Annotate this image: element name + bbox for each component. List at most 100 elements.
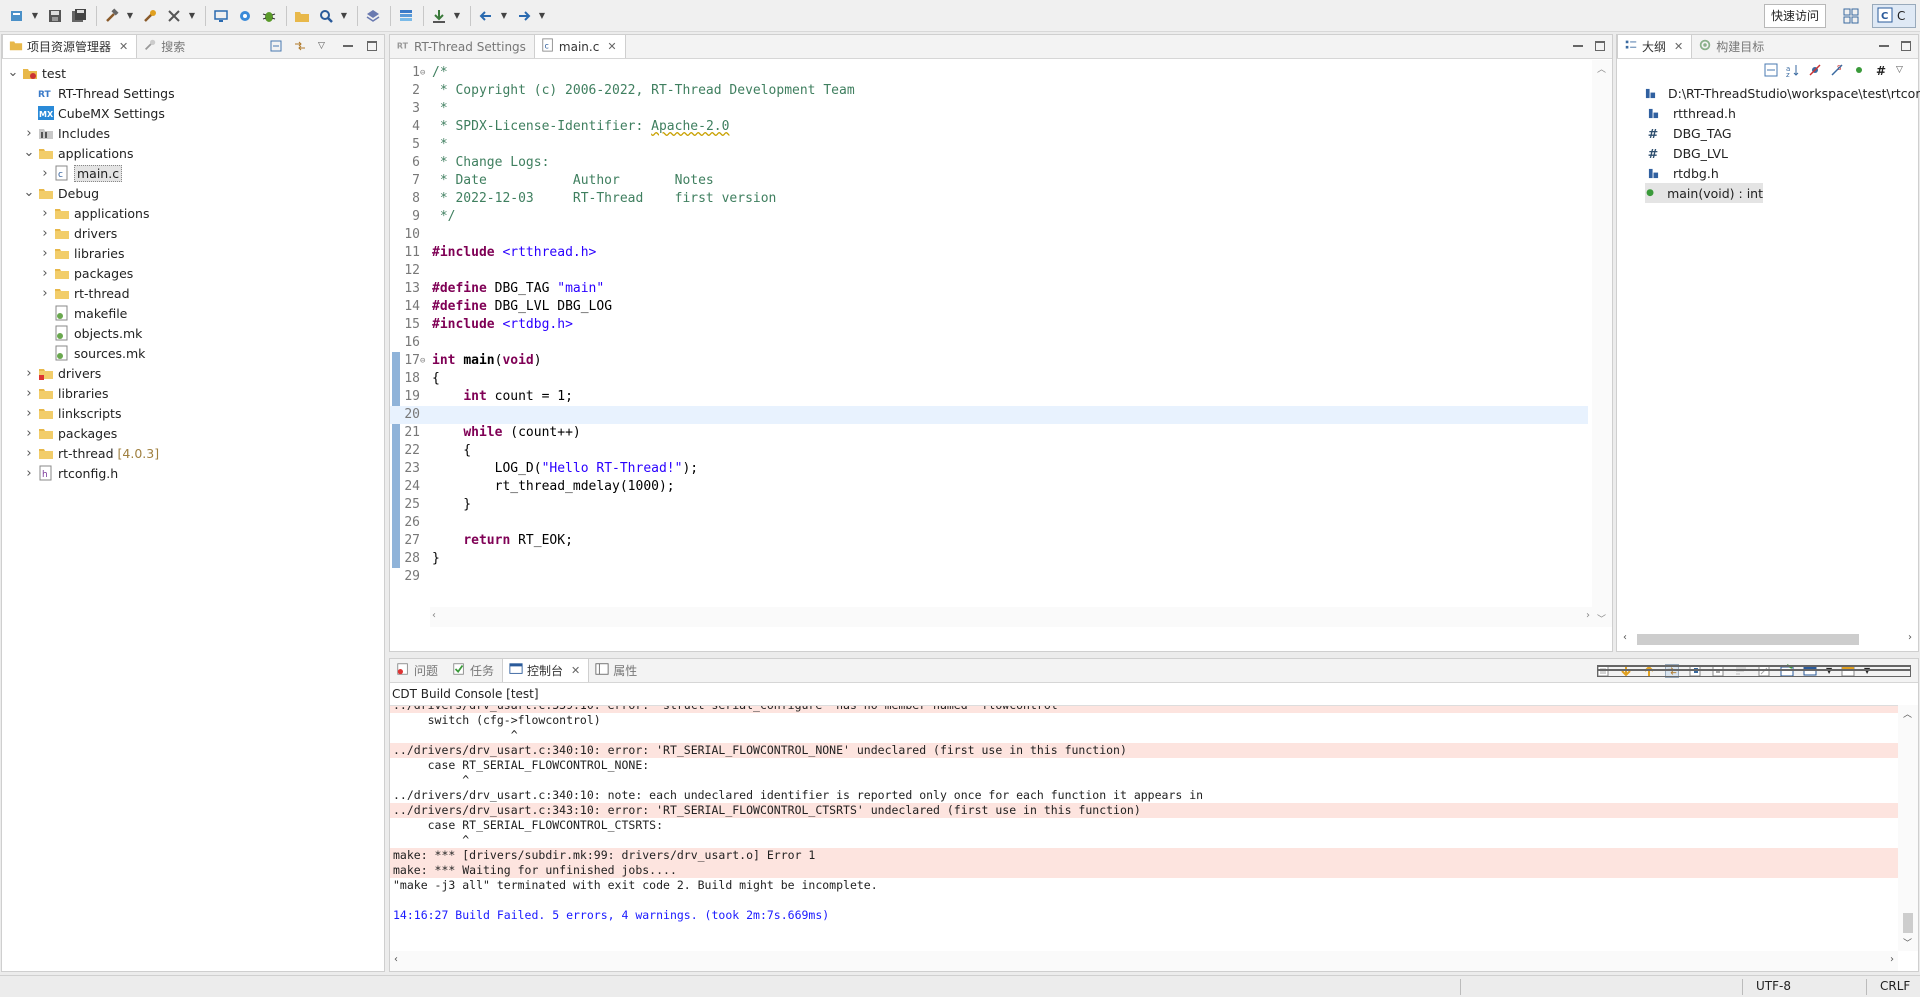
search-icon[interactable] xyxy=(315,5,337,27)
forward-icon[interactable] xyxy=(513,5,535,27)
line-ending-status[interactable]: CRLF xyxy=(1880,979,1910,993)
download-icon[interactable] xyxy=(428,5,450,27)
editor-horizontal-scrollbar[interactable]: ‹ › xyxy=(430,607,1592,627)
view-menu-icon[interactable]: ▽ xyxy=(1896,63,1910,77)
tab-search[interactable]: 搜索 xyxy=(137,35,193,58)
maximize-icon[interactable] xyxy=(1900,40,1912,52)
tree-item-main-c[interactable]: › c main.c xyxy=(2,163,384,183)
scrollbar-thumb[interactable] xyxy=(1637,634,1859,645)
forward-dropdown[interactable]: ▼ xyxy=(537,5,547,27)
maximize-icon[interactable] xyxy=(1594,40,1606,52)
maximize-icon[interactable] xyxy=(366,40,378,52)
code-editor[interactable]: 1 ⊖/* 2 * Copyright (c) 2006-2022, RT-Thre… xyxy=(390,60,1612,627)
editor-vertical-scrollbar[interactable]: ︿ ﹀ xyxy=(1592,60,1612,627)
hammer-icon[interactable] xyxy=(139,5,161,27)
encoding-status[interactable]: UTF-8 xyxy=(1756,979,1791,993)
chevron-right-icon[interactable]: › xyxy=(22,426,36,441)
close-icon[interactable]: ✕ xyxy=(1674,40,1683,53)
chevron-right-icon[interactable]: › xyxy=(38,246,52,261)
gear-icon[interactable] xyxy=(234,5,256,27)
tree-item-objects-mk[interactable]: objects.mk xyxy=(2,323,384,343)
scroll-down-icon[interactable]: ﹀ xyxy=(1597,612,1606,625)
scroll-down-icon[interactable]: ﹀ xyxy=(1903,936,1912,949)
chevron-right-icon[interactable]: › xyxy=(38,206,52,221)
tree-item-linkscripts[interactable]: › linkscripts xyxy=(2,403,384,423)
outline-item[interactable]: # DBG_TAG xyxy=(1645,123,1918,143)
scroll-right-icon[interactable]: › xyxy=(1586,610,1590,621)
scroll-right-icon[interactable]: › xyxy=(1890,954,1894,965)
tree-item-libraries[interactable]: › libraries xyxy=(2,243,384,263)
back-dropdown[interactable]: ▼ xyxy=(499,5,509,27)
sort-icon[interactable]: az xyxy=(1786,63,1800,79)
collapse-all-icon[interactable] xyxy=(1764,63,1778,77)
console-error-line[interactable]: ../drivers/drv_usart.c:343:10: error: 'R… xyxy=(390,803,1898,818)
tree-item-drivers[interactable]: › drivers xyxy=(2,363,384,383)
chevron-down-icon[interactable]: ⌄ xyxy=(22,146,36,159)
tab-rt-thread-settings[interactable]: RT RT-Thread Settings xyxy=(390,35,534,58)
chevron-right-icon[interactable]: › xyxy=(22,386,36,401)
tree-item-test[interactable]: ⌄ test xyxy=(2,63,384,83)
console-vertical-scrollbar[interactable]: ︿ ﹀ xyxy=(1898,705,1918,951)
outline-horizontal-scrollbar[interactable]: ‹ › xyxy=(1623,631,1912,647)
download-dropdown[interactable]: ▼ xyxy=(452,5,462,27)
collapse-all-icon[interactable] xyxy=(270,40,282,52)
close-icon[interactable]: ✕ xyxy=(119,40,128,53)
search-dropdown[interactable]: ▼ xyxy=(339,5,349,27)
chevron-right-icon[interactable]: › xyxy=(38,166,52,181)
open-folder-icon[interactable] xyxy=(291,5,313,27)
tools-icon[interactable] xyxy=(163,5,185,27)
outline-item[interactable]: rtdbg.h xyxy=(1645,163,1918,183)
scroll-right-icon[interactable]: › xyxy=(1908,632,1912,643)
tree-item-rtconfig-h[interactable]: › h rtconfig.h xyxy=(2,463,384,483)
tree-item-makefile[interactable]: makefile xyxy=(2,303,384,323)
hide-macros-icon[interactable]: # xyxy=(1874,63,1888,78)
scroll-left-icon[interactable]: ‹ xyxy=(394,954,398,965)
console-error-line[interactable]: ../drivers/drv_usart.c:339:10: error: 's… xyxy=(390,706,1898,713)
hide-non-public-icon[interactable] xyxy=(1852,63,1866,77)
tree-item-includes[interactable]: › Includes xyxy=(2,123,384,143)
tree-item-rt-thread[interactable]: › rt-thread [4.0.3] xyxy=(2,443,384,463)
console-error-line[interactable]: ../drivers/drv_usart.c:340:10: error: 'R… xyxy=(390,743,1898,758)
new-icon[interactable] xyxy=(6,5,28,27)
tree-item-packages[interactable]: › packages xyxy=(2,423,384,443)
monitor-icon[interactable] xyxy=(210,5,232,27)
close-icon[interactable]: ✕ xyxy=(571,664,580,677)
minimize-icon[interactable] xyxy=(1572,40,1584,52)
tab-project-explorer[interactable]: 项目资源管理器 ✕ xyxy=(2,34,138,58)
tab-main-c[interactable]: c main.c ✕ xyxy=(533,34,626,58)
outline-item[interactable]: ● main(void) : int xyxy=(1645,183,1763,203)
tree-item-libraries[interactable]: › libraries xyxy=(2,383,384,403)
build-dropdown[interactable]: ▼ xyxy=(125,5,135,27)
scroll-up-icon[interactable]: ︿ xyxy=(1597,62,1606,75)
tree-item-debug[interactable]: ⌄ Debug xyxy=(2,183,384,203)
minimize-icon[interactable] xyxy=(342,40,354,52)
tab-tasks[interactable]: 任务 xyxy=(446,659,502,682)
scroll-left-icon[interactable]: ‹ xyxy=(1623,632,1627,643)
tab-problems[interactable]: 问题 xyxy=(390,659,446,682)
view-menu-icon[interactable]: ▽ xyxy=(318,40,330,52)
tree-item-applications[interactable]: › applications xyxy=(2,203,384,223)
outline-item[interactable]: D:\RT-ThreadStudio\workspace\test\rtconf xyxy=(1645,83,1920,103)
debug-icon[interactable] xyxy=(258,5,280,27)
fold-toggle-icon[interactable]: ⊖ xyxy=(420,352,430,370)
hide-fields-icon[interactable] xyxy=(1808,63,1822,77)
save-icon[interactable] xyxy=(44,5,66,27)
c-perspective-button[interactable]: C C xyxy=(1872,4,1916,28)
tree-item-packages[interactable]: › packages xyxy=(2,263,384,283)
tree-item-rt-thread-settings[interactable]: RT RT-Thread Settings xyxy=(2,83,384,103)
console-error-line[interactable]: make: *** Waiting for unfinished jobs...… xyxy=(390,863,1898,878)
back-icon[interactable] xyxy=(475,5,497,27)
outline-item[interactable]: # DBG_LVL xyxy=(1645,143,1918,163)
build-icon[interactable] xyxy=(101,5,123,27)
tree-item-rt-thread[interactable]: › rt-thread xyxy=(2,283,384,303)
fold-toggle-icon[interactable]: ⊖ xyxy=(420,64,430,82)
scroll-up-icon[interactable]: ︿ xyxy=(1903,707,1912,720)
tools-dropdown[interactable]: ▼ xyxy=(187,5,197,27)
quick-access-button[interactable]: 快速访问 xyxy=(1763,4,1826,28)
maximize-icon[interactable] xyxy=(1900,664,1912,678)
close-icon[interactable]: ✕ xyxy=(607,40,616,53)
chevron-right-icon[interactable]: › xyxy=(38,266,52,281)
console-output[interactable]: ../drivers/drv_usart.c:339:10: error: 's… xyxy=(390,705,1898,951)
tree-item-applications[interactable]: ⌄ applications xyxy=(2,143,384,163)
tree-item-drivers[interactable]: › drivers xyxy=(2,223,384,243)
